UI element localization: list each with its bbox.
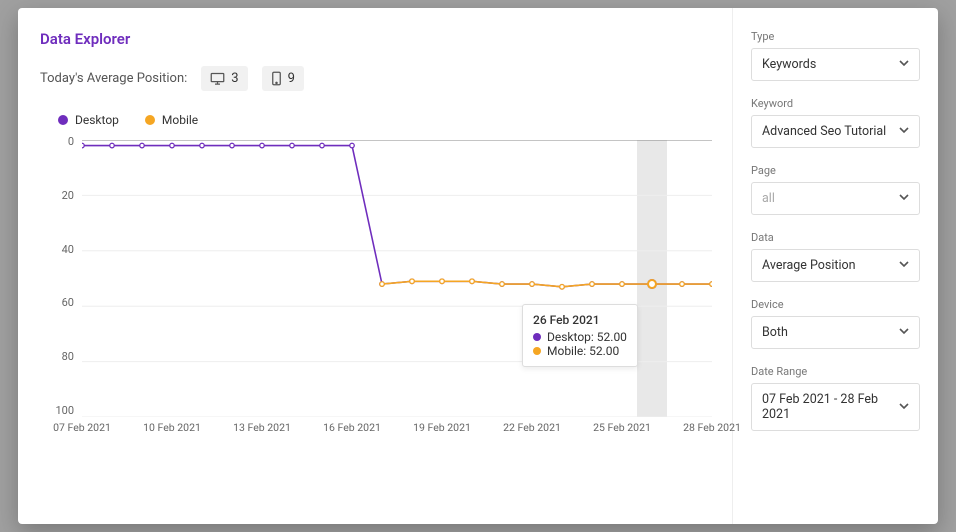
plot: 26 Feb 2021 Desktop: 52.00 Mobile: 52.00	[82, 140, 712, 417]
mobile-avg-badge: 9	[262, 66, 304, 91]
legend-mobile: Mobile	[145, 113, 198, 127]
page-title: Data Explorer	[40, 30, 722, 48]
data-explorer-modal: Data Explorer Today's Average Position: …	[18, 8, 938, 524]
label-date-range: Date Range	[751, 365, 920, 378]
select-type[interactable]: Keywords	[751, 48, 920, 81]
tooltip-desktop-text: Desktop: 52.00	[547, 330, 627, 344]
label-type: Type	[751, 30, 920, 43]
chevron-down-icon	[899, 191, 909, 206]
today-average-row: Today's Average Position: 3 9	[40, 66, 722, 91]
tooltip-mobile-dot	[533, 347, 541, 355]
select-keyword-value: Advanced Seo Tutorial	[762, 124, 886, 139]
tooltip-date: 26 Feb 2021	[533, 313, 627, 327]
legend-mobile-label: Mobile	[162, 113, 198, 127]
desktop-avg-badge: 3	[201, 66, 247, 91]
select-keyword[interactable]: Advanced Seo Tutorial	[751, 115, 920, 148]
label-keyword: Keyword	[751, 97, 920, 110]
sidebar: Type Keywords Keyword Advanced Seo Tutor…	[733, 8, 938, 524]
select-date-range-value: 07 Feb 2021 - 28 Feb 2021	[762, 392, 899, 422]
select-type-value: Keywords	[762, 57, 816, 72]
label-device: Device	[751, 298, 920, 311]
field-type: Type Keywords	[751, 30, 920, 81]
chevron-down-icon	[899, 124, 909, 139]
legend-desktop-label: Desktop	[75, 113, 119, 127]
y-axis: 020406080100	[40, 135, 82, 417]
main-panel: Data Explorer Today's Average Position: …	[18, 8, 733, 524]
select-device-value: Both	[762, 325, 788, 340]
chart-tooltip: 26 Feb 2021 Desktop: 52.00 Mobile: 52.00	[522, 304, 638, 367]
field-data: Data Average Position	[751, 231, 920, 282]
select-page-value: all	[762, 191, 775, 206]
tooltip-mobile-text: Mobile: 52.00	[547, 344, 619, 358]
tooltip-row-desktop: Desktop: 52.00	[533, 330, 627, 344]
mobile-avg-value: 9	[288, 71, 295, 86]
field-page: Page all	[751, 164, 920, 215]
chevron-down-icon	[899, 400, 909, 415]
mobile-icon	[271, 71, 282, 86]
select-data[interactable]: Average Position	[751, 249, 920, 282]
desktop-avg-value: 3	[231, 71, 238, 86]
tooltip-desktop-dot	[533, 333, 541, 341]
chart-legend: Desktop Mobile	[40, 113, 722, 127]
select-data-value: Average Position	[762, 258, 856, 273]
field-device: Device Both	[751, 298, 920, 349]
chevron-down-icon	[899, 57, 909, 72]
legend-desktop: Desktop	[58, 113, 119, 127]
field-date-range: Date Range 07 Feb 2021 - 28 Feb 2021	[751, 365, 920, 431]
label-page: Page	[751, 164, 920, 177]
tooltip-row-mobile: Mobile: 52.00	[533, 344, 627, 358]
avg-label: Today's Average Position:	[40, 71, 187, 86]
chevron-down-icon	[899, 325, 909, 340]
select-device[interactable]: Both	[751, 316, 920, 349]
x-axis: 07 Feb 202110 Feb 202113 Feb 202116 Feb …	[82, 421, 712, 445]
field-keyword: Keyword Advanced Seo Tutorial	[751, 97, 920, 148]
select-page[interactable]: all	[751, 182, 920, 215]
legend-desktop-dot	[58, 115, 68, 125]
chevron-down-icon	[899, 258, 909, 273]
select-date-range[interactable]: 07 Feb 2021 - 28 Feb 2021	[751, 383, 920, 431]
chart-area[interactable]: 020406080100 26 Feb 2021 Desktop: 52.00 …	[40, 135, 722, 445]
desktop-icon	[210, 72, 225, 85]
label-data: Data	[751, 231, 920, 244]
legend-mobile-dot	[145, 115, 155, 125]
